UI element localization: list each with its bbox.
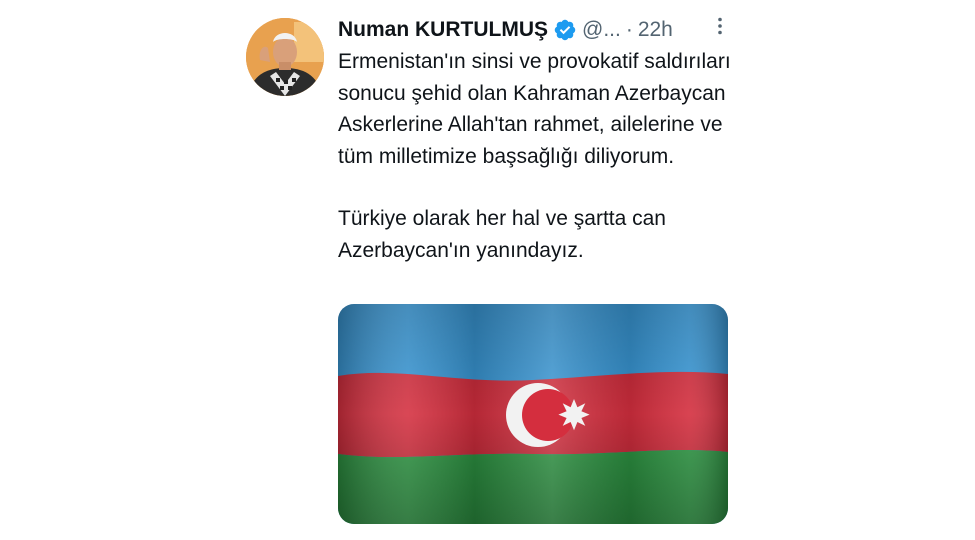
tweet-text-paragraph: Türkiye olarak her hal ve şartta can Aze…	[338, 207, 666, 262]
author-name[interactable]: Numan KURTULMUŞ	[338, 14, 548, 46]
verified-badge-icon	[553, 18, 577, 42]
avatar[interactable]	[246, 18, 324, 96]
tweet-text: Ermenistan'ın sinsi ve provokatif saldır…	[338, 46, 738, 266]
author-handle[interactable]: @...	[582, 14, 621, 46]
tweet-header: Numan KURTULMUŞ @... · 22h	[338, 14, 728, 46]
separator-dot: ·	[625, 18, 633, 41]
more-vertical-icon[interactable]	[710, 16, 730, 36]
tweet-media-image[interactable]	[338, 304, 728, 524]
tweet-timestamp[interactable]: 22h	[638, 14, 673, 46]
azerbaijan-flag-image	[338, 304, 728, 524]
tweet-card[interactable]: Numan KURTULMUŞ @... · 22h Ermenistan'ın…	[246, 10, 736, 530]
tweet-text-paragraph: Ermenistan'ın sinsi ve provokatif saldır…	[338, 50, 731, 168]
